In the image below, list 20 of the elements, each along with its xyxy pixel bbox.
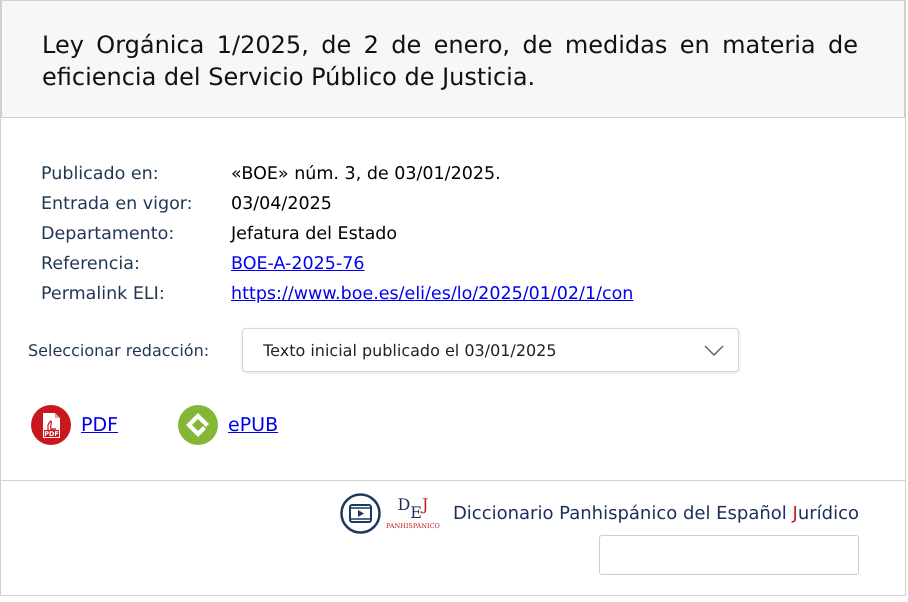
download-link[interactable]: PDF — [81, 414, 118, 436]
field-label: Publicado en: — [41, 163, 160, 186]
field-label: Permalink ELI: — [41, 283, 166, 306]
version-dropdown[interactable]: Texto inicial publicado el 03/01/2025 — [242, 328, 740, 372]
reference-link[interactable]: BOE-A-2025-76 — [231, 252, 364, 277]
reference-link[interactable]: https://www.boe.es/eli/es/lo/2025/01/02/1/con — [231, 282, 634, 307]
video-icon[interactable] — [340, 493, 381, 534]
search-field[interactable] — [599, 535, 859, 575]
chevron-down-icon — [704, 344, 724, 356]
field-label: Referencia: — [41, 253, 141, 276]
download-link[interactable]: ePUB — [228, 414, 278, 436]
field-label: Departamento: — [41, 223, 176, 246]
epub-icon — [178, 405, 218, 445]
field-value: 03/04/2025 — [231, 193, 332, 216]
field-value: «BOE» núm. 3, de 03/01/2025. — [231, 163, 501, 186]
field-label: Entrada en vigor: — [41, 193, 194, 216]
dictionary-title[interactable]: Diccionario Panhispánico del Español Jurídico — [452, 503, 859, 524]
document-title: Ley Orgánica 1/2025, de 2 de enero, de medidas en materia de eficiencia del Servicio Público de Justicia. — [42, 30, 858, 93]
field-value: Jefatura del Estado — [231, 223, 398, 246]
select-label: Seleccionar redacción: — [28, 340, 210, 360]
